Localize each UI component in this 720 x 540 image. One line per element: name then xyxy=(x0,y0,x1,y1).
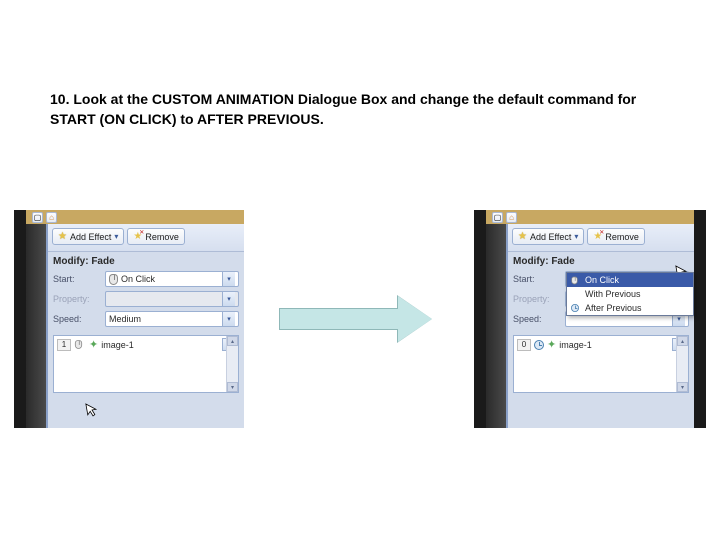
scroll-down-button[interactable]: ▾ xyxy=(677,382,688,392)
effect-star-icon: ✦ xyxy=(547,338,556,351)
scrollbar[interactable]: ▴ ▾ xyxy=(676,336,688,392)
star-remove-icon: ★ xyxy=(133,231,142,242)
property-label: Property: xyxy=(513,294,561,304)
star-add-icon: ★ xyxy=(518,231,527,242)
start-dropdown-open[interactable]: On Click With Previous After Previous xyxy=(566,272,694,316)
add-effect-label: Add Effect xyxy=(530,232,571,242)
remove-button[interactable]: ★ Remove xyxy=(587,228,644,245)
speed-select[interactable]: Medium ▾ xyxy=(105,311,239,327)
screenshot-after: ▢ ⌂ ★ Add Effect ▾ ★ Remove Modify: Fade… xyxy=(474,210,706,428)
arrow-right-icon xyxy=(279,294,439,344)
clock-icon xyxy=(534,340,544,350)
speed-value: Medium xyxy=(109,314,141,324)
list-item[interactable]: 1 ✦ image-1 ▾ xyxy=(54,336,238,353)
custom-animation-pane-before: ★ Add Effect ▾ ★ Remove Modify: Fade Sta… xyxy=(46,224,244,428)
titlebar-icon-1: ▢ xyxy=(492,212,503,223)
effect-star-icon: ✦ xyxy=(89,338,98,351)
dropdown-option-afterprevious[interactable]: After Previous xyxy=(567,301,693,315)
list-item[interactable]: 0 ✦ image-1 ▾ xyxy=(514,336,688,353)
clock-icon xyxy=(571,304,579,312)
mouse-icon xyxy=(75,340,82,349)
custom-animation-pane-after: ★ Add Effect ▾ ★ Remove Modify: Fade Sta… xyxy=(506,224,694,428)
scrollbar[interactable]: ▴ ▾ xyxy=(226,336,238,392)
property-select: ▾ xyxy=(105,291,239,307)
animation-list[interactable]: 0 ✦ image-1 ▾ ▴ ▾ xyxy=(513,335,689,393)
speed-label: Speed: xyxy=(513,314,561,324)
speed-label: Speed: xyxy=(53,314,101,324)
titlebar-icon-1: ▢ xyxy=(32,212,43,223)
sequence-badge: 1 xyxy=(57,339,71,351)
start-label: Start: xyxy=(513,274,561,284)
remove-button[interactable]: ★ Remove xyxy=(127,228,184,245)
scroll-up-button[interactable]: ▴ xyxy=(677,336,688,346)
modify-title: Modify: Fade xyxy=(508,252,694,269)
animation-list[interactable]: 1 ✦ image-1 ▾ ▴ ▾ xyxy=(53,335,239,393)
scroll-down-button[interactable]: ▾ xyxy=(227,382,238,392)
dropdown-caret-icon: ▾ xyxy=(574,232,578,241)
scroll-up-button[interactable]: ▴ xyxy=(227,336,238,346)
instruction-text: 10. Look at the CUSTOM ANIMATION Dialogu… xyxy=(50,90,670,129)
start-select[interactable]: On Click ▾ xyxy=(105,271,239,287)
screenshot-before: ▢ ⌂ ★ Add Effect ▾ ★ Remove Modify: Fade… xyxy=(14,210,244,428)
star-add-icon: ★ xyxy=(58,231,67,242)
dropdown-option-withprevious[interactable]: With Previous xyxy=(567,287,693,301)
chevron-down-icon: ▾ xyxy=(222,292,235,306)
titlebar-icon-2: ⌂ xyxy=(506,212,517,223)
sequence-badge: 0 xyxy=(517,339,531,351)
add-effect-button[interactable]: ★ Add Effect ▾ xyxy=(52,228,124,245)
mouse-icon xyxy=(571,277,577,285)
dropdown-caret-icon: ▾ xyxy=(114,232,118,241)
property-label: Property: xyxy=(53,294,101,304)
mouse-icon xyxy=(109,274,118,285)
modify-title: Modify: Fade xyxy=(48,252,244,269)
chevron-down-icon[interactable]: ▾ xyxy=(222,272,235,286)
titlebar-icon-2: ⌂ xyxy=(46,212,57,223)
start-label: Start: xyxy=(53,274,101,284)
dropdown-option-onclick[interactable]: On Click xyxy=(567,273,693,287)
add-effect-button[interactable]: ★ Add Effect ▾ xyxy=(512,228,584,245)
star-remove-icon: ★ xyxy=(593,231,602,242)
remove-label: Remove xyxy=(145,232,179,242)
add-effect-label: Add Effect xyxy=(70,232,111,242)
chevron-down-icon[interactable]: ▾ xyxy=(222,312,235,326)
list-item-name: image-1 xyxy=(101,340,134,350)
start-value: On Click xyxy=(121,274,155,284)
remove-label: Remove xyxy=(605,232,639,242)
cursor-icon xyxy=(85,401,100,419)
list-item-name: image-1 xyxy=(559,340,592,350)
